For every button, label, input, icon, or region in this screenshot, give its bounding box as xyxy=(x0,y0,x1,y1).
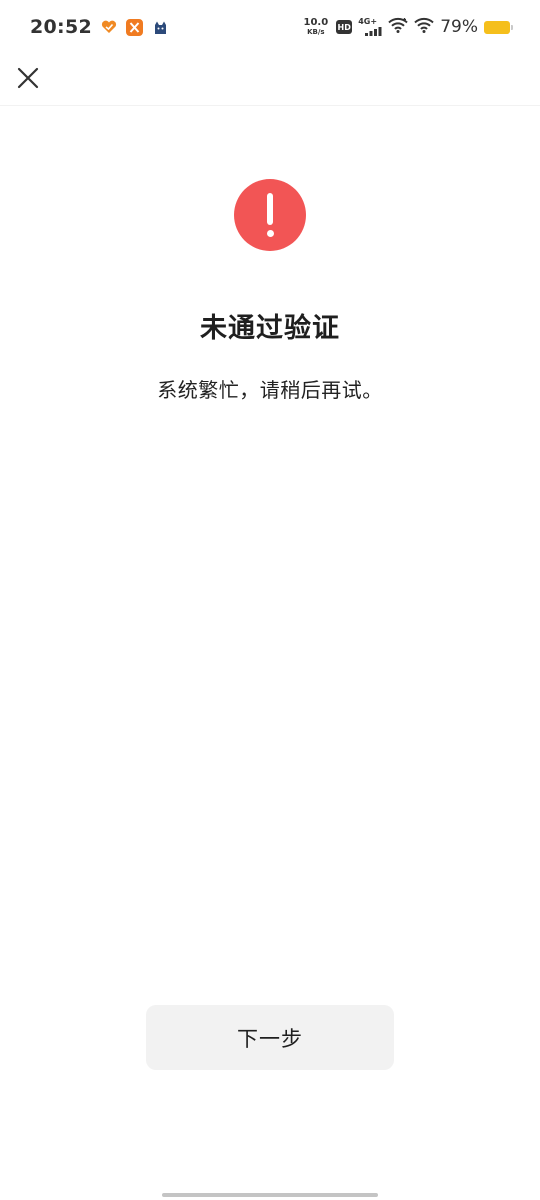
result-title: 未通过验证 xyxy=(200,313,340,344)
top-nav xyxy=(0,54,540,106)
hd-badge: HD xyxy=(336,20,353,34)
wifi-icon-secondary xyxy=(414,17,434,37)
network-type: 4G+ xyxy=(358,17,378,26)
heart-icon xyxy=(100,18,118,36)
close-button[interactable] xyxy=(12,62,44,94)
exclamation-dot xyxy=(266,230,274,237)
verification-failed-screen: 20:52 10.0 KB/s HD 4G+ 79% 未通过验证 系统繁忙，请稍… xyxy=(0,0,540,1200)
network-speed: 10.0 KB/s xyxy=(304,18,329,36)
status-time: 20:52 xyxy=(30,16,92,38)
battery-icon xyxy=(484,20,513,34)
cat-icon xyxy=(152,18,170,36)
exclamation-bar xyxy=(267,193,273,225)
cellular-signal-icon: 4G+ xyxy=(358,17,382,36)
result-message: 系统繁忙，请稍后再试。 xyxy=(157,378,383,402)
network-speed-value: 10.0 xyxy=(303,17,329,28)
wifi-icon xyxy=(388,17,408,37)
close-icon xyxy=(17,67,39,89)
next-step-button[interactable]: 下一步 xyxy=(146,1005,394,1070)
status-bar: 20:52 10.0 KB/s HD 4G+ 79% xyxy=(0,0,540,54)
fork-app-icon xyxy=(126,18,144,36)
status-right: 10.0 KB/s HD 4G+ 79% xyxy=(304,17,513,37)
exclamation-icon xyxy=(234,179,306,251)
home-indicator[interactable] xyxy=(162,1193,378,1197)
battery-percent: 79% xyxy=(440,17,478,37)
network-speed-unit: KB/s xyxy=(307,28,325,36)
status-left: 20:52 xyxy=(30,16,170,38)
